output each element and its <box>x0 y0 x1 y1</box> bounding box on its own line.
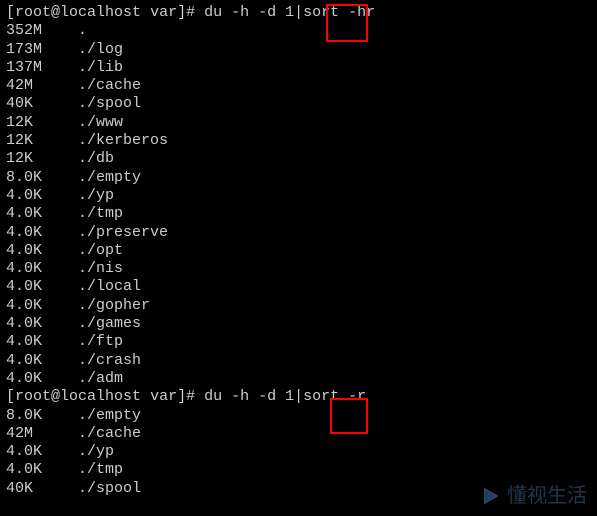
command-prompt-2[interactable]: [root@localhost var]# du -h -d 1|sort -r <box>6 388 591 406</box>
output-row: 4.0K ./tmp <box>6 205 591 223</box>
output-row: 8.0K ./empty <box>6 407 591 425</box>
output-row: 4.0K ./ftp <box>6 333 591 351</box>
output-row: 4.0K ./crash <box>6 352 591 370</box>
output-row: 4.0K ./tmp <box>6 461 591 479</box>
watermark-logo-icon <box>481 485 503 507</box>
output-row: 12K ./db <box>6 150 591 168</box>
output-row: 12K ./kerberos <box>6 132 591 150</box>
command-2: du -h -d 1|sort -r <box>204 388 366 405</box>
output-row: 4.0K ./opt <box>6 242 591 260</box>
output-row: 42M ./cache <box>6 425 591 443</box>
output-row: 42M ./cache <box>6 77 591 95</box>
bracket-close-2: ]# <box>177 388 204 405</box>
user-host-1: root@localhost <box>15 4 141 21</box>
output-row: 352M . <box>6 22 591 40</box>
output-row: 137M ./lib <box>6 59 591 77</box>
output-row: 4.0K ./nis <box>6 260 591 278</box>
output-row: 173M ./log <box>6 41 591 59</box>
output-row: 4.0K ./adm <box>6 370 591 388</box>
watermark: 懂视生活 <box>481 484 587 508</box>
output-row: 4.0K ./gopher <box>6 297 591 315</box>
watermark-text: 懂视生活 <box>507 484 587 508</box>
output-row: 12K ./www <box>6 114 591 132</box>
output-row: 4.0K ./local <box>6 278 591 296</box>
output-row: 40K ./spool <box>6 95 591 113</box>
bracket-open-2: [ <box>6 388 15 405</box>
bracket-open: [ <box>6 4 15 21</box>
output-row: 4.0K ./yp <box>6 187 591 205</box>
user-host-2: root@localhost <box>15 388 141 405</box>
current-dir-1: var <box>150 4 177 21</box>
command-1: du -h -d 1|sort -hr <box>204 4 375 21</box>
bracket-close: ]# <box>177 4 204 21</box>
output-row: 4.0K ./preserve <box>6 224 591 242</box>
command-prompt-1[interactable]: [root@localhost var]# du -h -d 1|sort -h… <box>6 4 591 22</box>
output-row: 4.0K ./games <box>6 315 591 333</box>
output-row: 4.0K ./yp <box>6 443 591 461</box>
output-block-1: 352M .173M ./log137M ./lib42M ./cache40K… <box>6 22 591 388</box>
output-row: 8.0K ./empty <box>6 169 591 187</box>
current-dir-2: var <box>150 388 177 405</box>
